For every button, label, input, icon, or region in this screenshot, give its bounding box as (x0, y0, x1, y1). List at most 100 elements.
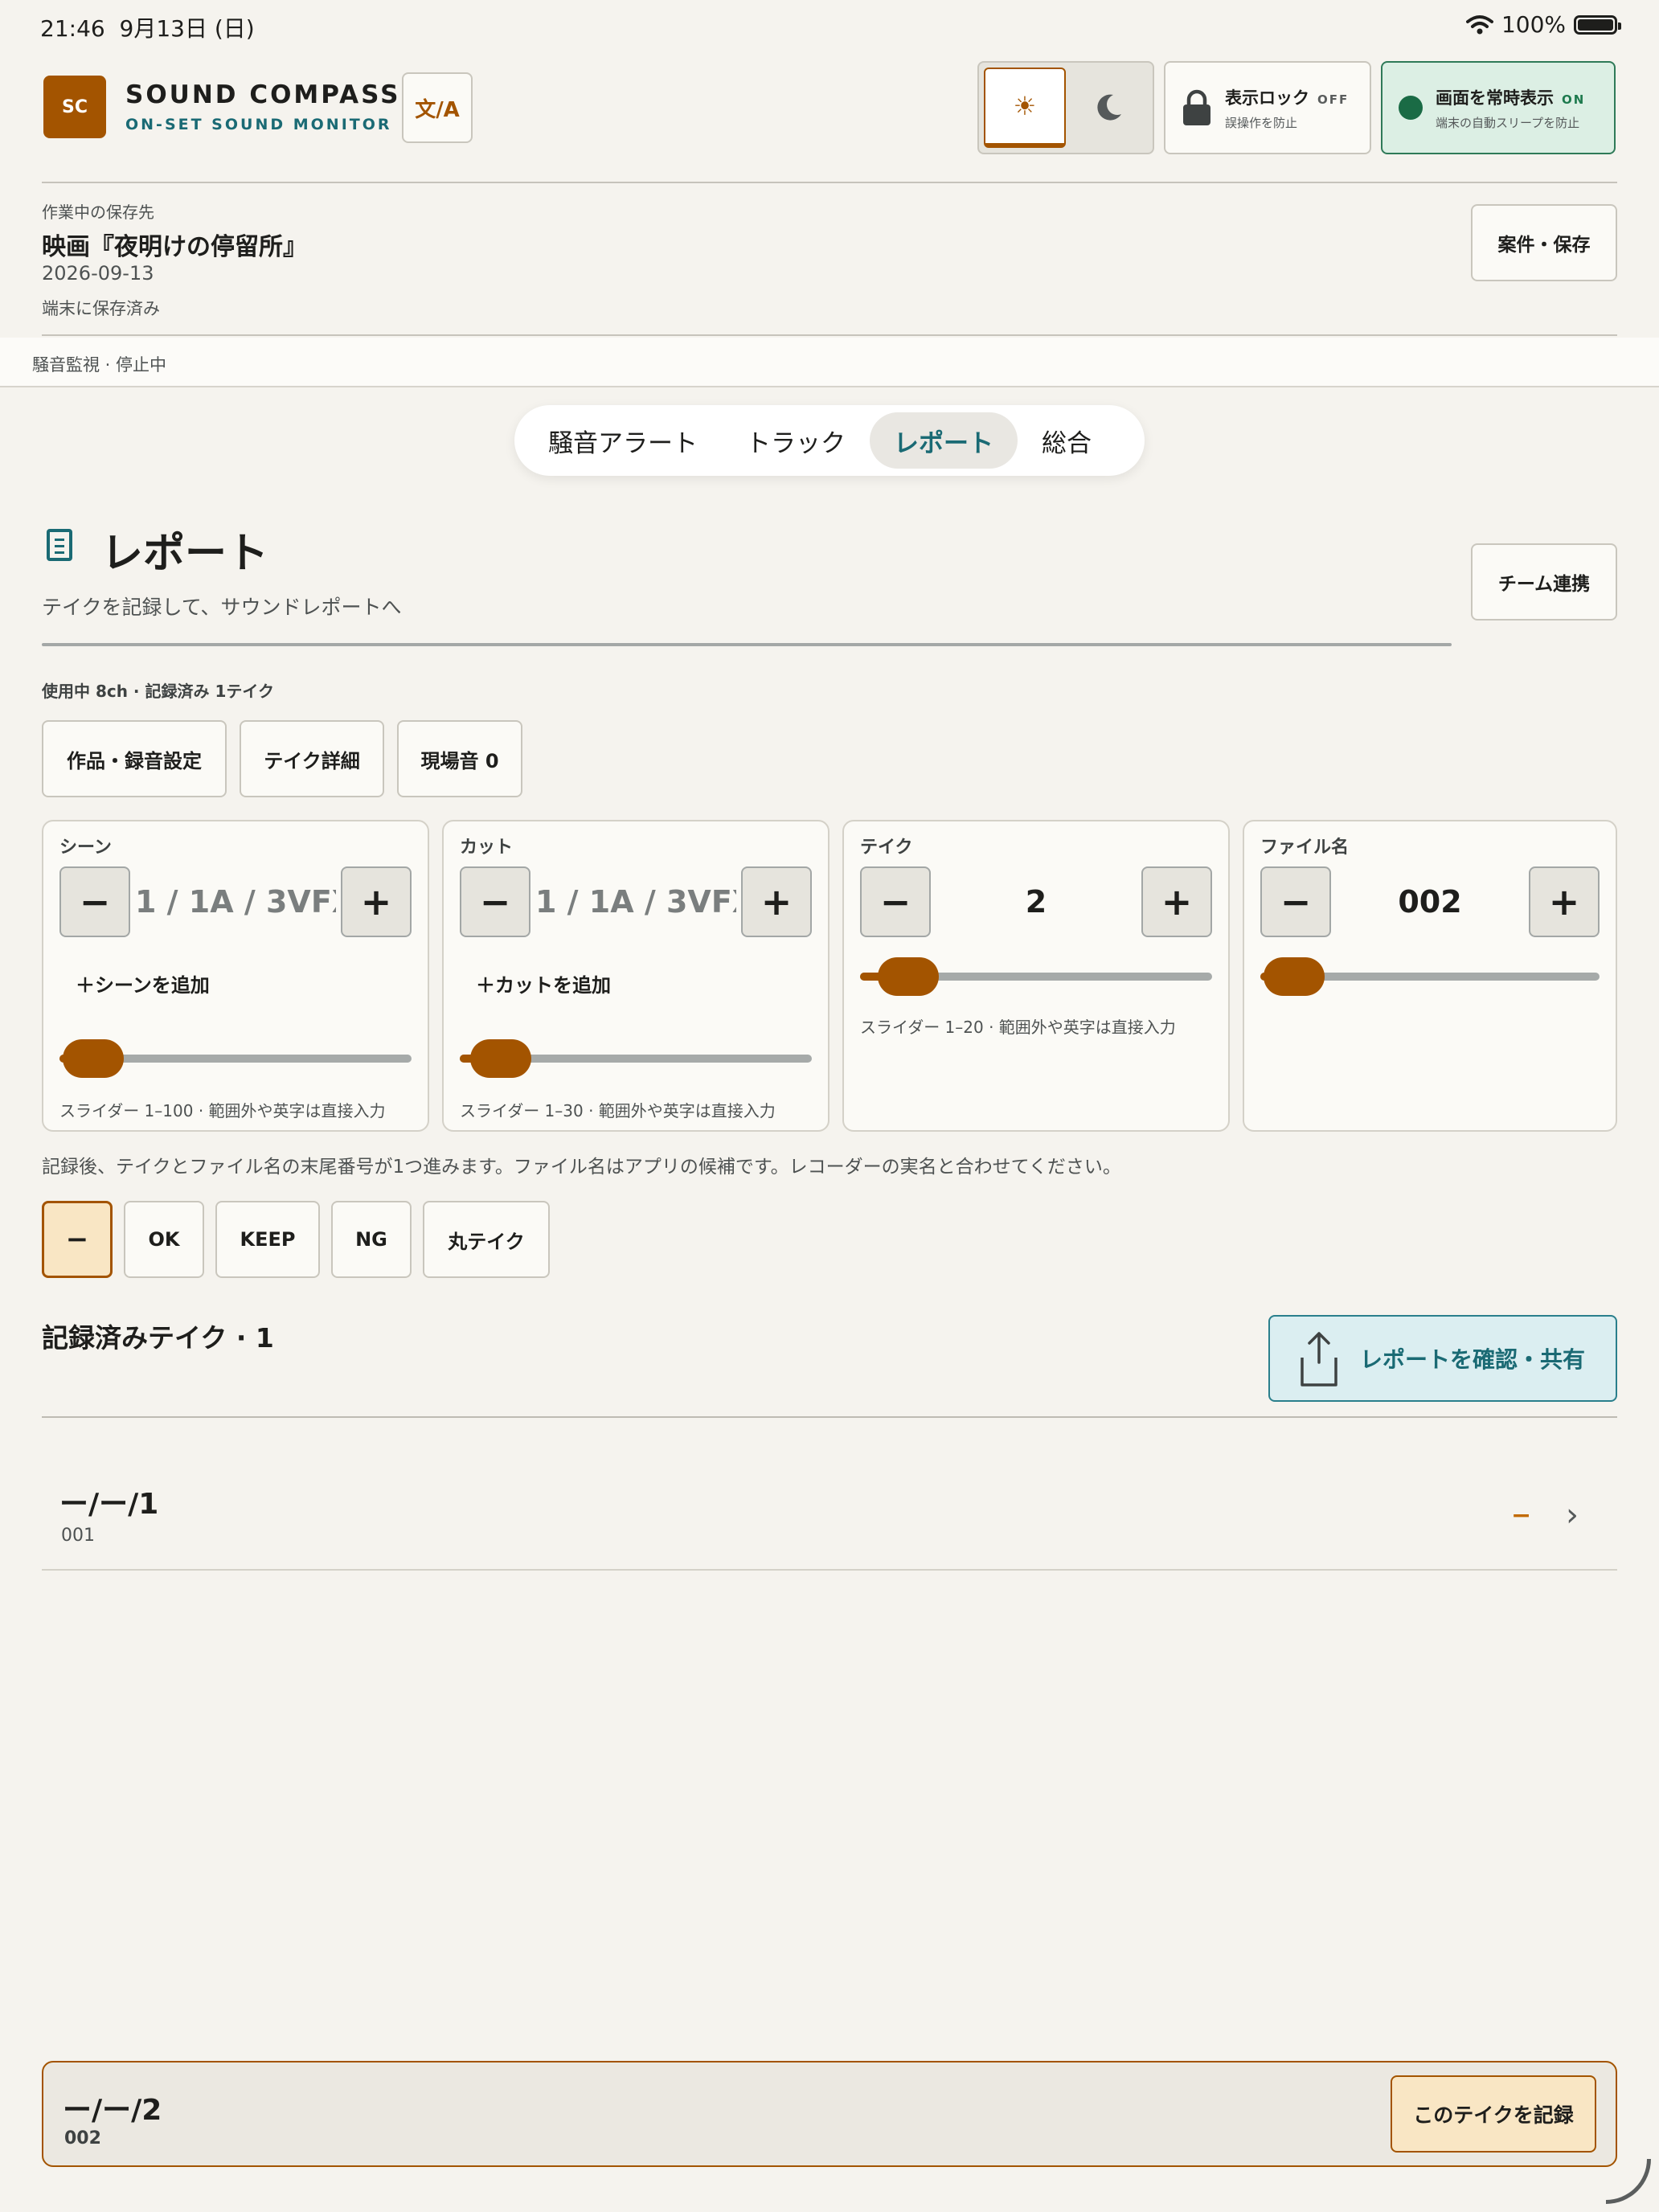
status-ng-button[interactable]: NG (331, 1201, 412, 1278)
file-decrement-button[interactable]: − (1260, 866, 1331, 937)
cut-slider[interactable] (460, 1039, 812, 1078)
scene-note: スライダー 1–100 · 範囲外や英字は直接入力 (59, 1101, 386, 1120)
cut-decrement-button[interactable]: − (460, 866, 530, 937)
moon-icon (1097, 94, 1121, 121)
sun-icon: ☀ (1013, 91, 1037, 121)
app-subtitle: ON-SET SOUND MONITOR (125, 116, 392, 133)
lock-state: OFF (1317, 92, 1350, 107)
take-note: スライダー 1–20 · 範囲外や英字は直接入力 (860, 1018, 1176, 1037)
scene-slider[interactable] (59, 1039, 412, 1078)
case-save-button[interactable]: 案件・保存 (1471, 204, 1617, 281)
table-row[interactable] (42, 1419, 1617, 1569)
cut-note: スライダー 1–30 · 範囲外や英字は直接入力 (460, 1101, 776, 1120)
file-slider[interactable] (1260, 957, 1600, 996)
row-rule (42, 1569, 1617, 1571)
file-name-input[interactable]: 002 (1336, 866, 1524, 937)
usage-summary: 使用中 8ch · 記録済み 1テイク (42, 682, 274, 701)
awake-state: ON (1562, 92, 1586, 107)
scene-increment-button[interactable]: + (341, 866, 412, 937)
cut-label: カット (460, 838, 514, 858)
record-take-button[interactable]: このテイクを記録 (1391, 2075, 1596, 2153)
work-recording-settings-button[interactable]: 作品・録音設定 (42, 720, 227, 797)
team-sync-button[interactable]: チーム連携 (1471, 543, 1617, 621)
take-row-title: ー/ー/1 (59, 1488, 159, 1521)
project-divider (42, 334, 1617, 336)
battery-icon (1574, 14, 1621, 35)
take-value-input[interactable]: 2 (936, 866, 1137, 937)
cut-card: カット − 1 / 1A / 3VFX + ＋カットを追加 スライダー 1–30… (442, 820, 830, 1132)
room-tone-button[interactable]: 現場音 0 (397, 720, 522, 797)
status-time: 21:46 9月13日 (日) (40, 15, 255, 42)
tab-report[interactable]: レポート (870, 412, 1018, 469)
take-row-file: 001 (61, 1526, 95, 1546)
cut-value-input[interactable]: 1 / 1A / 3VFX (535, 866, 736, 937)
share-label: レポートを確認・共有 (1359, 1346, 1585, 1373)
project-date: 2026-09-13 (42, 262, 154, 285)
cut-slider-thumb[interactable] (470, 1039, 532, 1078)
monitor-status: 騒音監視 · 停止中 (32, 355, 167, 375)
scene-decrement-button[interactable]: − (59, 866, 130, 937)
next-take-title: ー/ー/2 (63, 2094, 162, 2127)
awake-title: 画面を常時表示 (1436, 88, 1554, 108)
report-icon (47, 529, 72, 561)
take-card: テイク − 2 + スライダー 1–20 · 範囲外や英字は直接入力 (842, 820, 1230, 1132)
project-saved-status: 端末に保存済み (42, 299, 160, 318)
header-divider (42, 182, 1617, 183)
take-decrement-button[interactable]: − (860, 866, 931, 937)
tab-overview[interactable]: 総合 (1018, 412, 1116, 469)
translate-icon: 文/A (415, 97, 460, 122)
take-slider-thumb[interactable] (877, 957, 939, 996)
report-share-button[interactable]: レポートを確認・共有 (1268, 1315, 1617, 1402)
scene-value-input[interactable]: 1 / 1A / 3VFX (135, 866, 336, 937)
next-take-file: 002 (64, 2128, 101, 2149)
app-title: SOUND COMPASS (125, 80, 401, 109)
take-row-status: − (1511, 1501, 1532, 1530)
project-label: 作業中の保存先 (42, 203, 154, 222)
lock-sub: 誤操作を防止 (1225, 115, 1298, 130)
display-lock-toggle[interactable]: 表示ロック OFF 誤操作を防止 (1164, 61, 1371, 154)
lock-icon (1183, 89, 1210, 125)
file-name-label: ファイル名 (1260, 838, 1350, 858)
main-tabs: 騒音アラート トラック レポート 総合 (514, 405, 1145, 476)
add-cut-button[interactable]: ＋カットを追加 (476, 969, 611, 997)
dark-theme-button[interactable] (1069, 68, 1148, 148)
recorded-takes-title: 記録済みテイク · 1 (42, 1322, 274, 1354)
theme-toggle: ☀ (977, 61, 1154, 154)
section-title: レポート (101, 530, 269, 578)
section-subtitle: テイクを記録して、サウンドレポートへ (42, 596, 402, 619)
chevron-right-icon[interactable]: › (1566, 1497, 1579, 1534)
status-ok-button[interactable]: OK (124, 1201, 204, 1278)
tab-track[interactable]: トラック (722, 412, 870, 469)
add-scene-button[interactable]: ＋シーンを追加 (76, 969, 210, 997)
file-slider-thumb[interactable] (1264, 957, 1325, 996)
status-indicators: 100% (1465, 11, 1621, 38)
take-details-button[interactable]: テイク詳細 (240, 720, 384, 797)
recorded-rule (42, 1416, 1617, 1418)
scene-slider-thumb[interactable] (63, 1039, 125, 1078)
monitor-strip (0, 338, 1659, 387)
light-theme-button[interactable]: ☀ (984, 68, 1066, 148)
status-none-button[interactable]: − (42, 1201, 113, 1278)
file-increment-button[interactable]: + (1529, 866, 1600, 937)
keep-awake-toggle[interactable]: 画面を常時表示 ON 端末の自動スリープを防止 (1381, 61, 1616, 154)
language-button[interactable]: 文/A (402, 72, 473, 143)
share-icon (1301, 1332, 1337, 1387)
app-logo: SC (43, 76, 106, 138)
scene-label: シーン (59, 838, 112, 858)
file-name-card: ファイル名 − 002 + (1243, 820, 1617, 1132)
battery-percent: 100% (1501, 11, 1566, 38)
wifi-icon (1465, 14, 1493, 34)
awake-indicator-icon (1399, 96, 1423, 120)
status-circle-take-button[interactable]: 丸テイク (423, 1201, 550, 1278)
take-slider[interactable] (860, 957, 1212, 996)
take-increment-button[interactable]: + (1141, 866, 1212, 937)
project-title: 映画『夜明けの停留所』 (42, 233, 307, 261)
awake-sub: 端末の自動スリープを防止 (1436, 115, 1580, 130)
resize-handle-icon[interactable] (1606, 2159, 1651, 2204)
next-take-bar: ー/ー/2 002 このテイクを記録 (42, 2061, 1617, 2167)
record-info-note: 記録後、テイクとファイル名の末尾番号が1つ進みます。ファイル名はアプリの候補です… (42, 1157, 1121, 1178)
scene-card: シーン − 1 / 1A / 3VFX + ＋シーンを追加 スライダー 1–10… (42, 820, 429, 1132)
cut-increment-button[interactable]: + (741, 866, 812, 937)
tab-noise-alert[interactable]: 騒音アラート (524, 412, 722, 469)
status-keep-button[interactable]: KEEP (215, 1201, 320, 1278)
